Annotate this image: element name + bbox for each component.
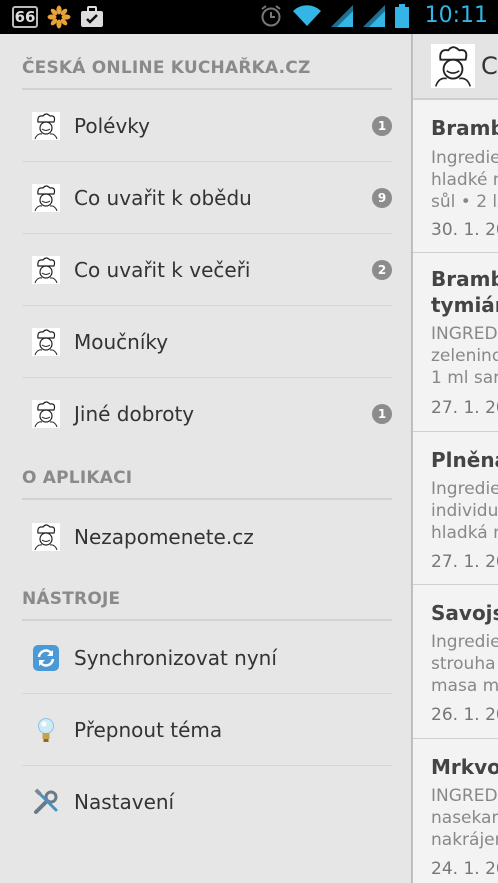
count-badge: 9: [372, 188, 392, 208]
drawer-item-polevky[interactable]: Polévky 1: [22, 90, 392, 162]
drawer-item-label: Co uvařit k večeři: [74, 258, 251, 282]
briefcase-check-icon: [81, 6, 103, 27]
chef-icon: [32, 523, 60, 551]
drawer-item-prepnout-tema[interactable]: Přepnout téma: [22, 694, 392, 766]
notification-66-icon: 66: [12, 6, 38, 28]
drawer-item-obed[interactable]: Co uvařit k obědu 9: [22, 162, 392, 234]
recipe-date: 30. 1. 20: [431, 220, 498, 240]
drawer-item-label: Nastavení: [74, 790, 175, 814]
count-badge: 2: [372, 260, 392, 280]
tools-icon: [32, 788, 60, 816]
recipe-text: INGRED: [431, 324, 498, 344]
recipe-text: Ingredie: [431, 148, 498, 168]
drawer-item-label: Jiné dobroty: [74, 402, 195, 426]
drawer-item-label: Nezapomenete.cz: [74, 525, 254, 549]
recipe-card[interactable]: Savojs Ingredie strouha masa m 26. 1. 20: [413, 585, 498, 739]
recipe-text: strouha: [431, 654, 496, 674]
recipe-date: 27. 1. 20: [431, 398, 498, 418]
recipe-card[interactable]: Plněná Ingredie individu hladká m 27. 1.…: [413, 432, 498, 585]
section-header-o-aplikaci: O APLIKACI: [22, 468, 392, 500]
drawer-item-vecere[interactable]: Co uvařit k večeři 2: [22, 234, 392, 306]
recipe-card[interactable]: Brambo Ingredie hladké m sůl • 2 lž 30. …: [413, 100, 498, 253]
action-bar[interactable]: C: [413, 34, 498, 100]
recipe-title: Plněná: [431, 448, 498, 472]
recipe-text: sůl • 2 lž: [431, 192, 498, 212]
drawer-item-moucniky[interactable]: Moučníky: [22, 306, 392, 378]
clock: 10:11: [424, 3, 488, 28]
status-bar: 66 10:11: [0, 0, 498, 34]
chef-icon: [32, 328, 60, 356]
recipe-text: Ingredie: [431, 479, 498, 499]
drawer-item-nezapomenete[interactable]: Nezapomenete.cz: [22, 501, 392, 573]
recipe-text: nasekan: [431, 808, 498, 828]
flower-icon: [47, 5, 71, 29]
drawer-item-label: Moučníky: [74, 330, 169, 354]
recipe-date: 27. 1. 20: [431, 552, 498, 572]
chef-icon: [32, 112, 60, 140]
recipe-text: hladké m: [431, 170, 498, 190]
alarm-icon: [260, 4, 281, 26]
drawer-item-label: Co uvařit k obědu: [74, 186, 252, 210]
wifi-icon: [292, 4, 321, 26]
chef-icon: [32, 184, 60, 212]
drawer-item-synchronizovat[interactable]: Synchronizovat nyní: [22, 622, 392, 694]
chef-logo-icon[interactable]: [431, 44, 475, 88]
recipe-title: Savojs: [431, 601, 498, 625]
recipe-date: 24. 1. 20: [431, 859, 498, 879]
recipe-date: 26. 1. 20: [431, 705, 498, 725]
section-header-nastroje: NÁSTROJE: [22, 589, 392, 621]
recipe-text: masa m: [431, 676, 498, 696]
recipe-text: INGRED: [431, 786, 498, 806]
lightbulb-icon: [32, 716, 60, 744]
section-header-kucharka: ČESKÁ ONLINE KUCHAŘKA.CZ: [22, 58, 392, 90]
recipe-title: tymián: [431, 293, 498, 317]
signal-icon: [330, 4, 353, 27]
recipe-card[interactable]: Mrkvov INGRED nasekan nakrájen 24. 1. 20: [413, 739, 498, 883]
drawer-item-label: Polévky: [74, 114, 150, 138]
recipe-text: individu: [431, 501, 498, 521]
main-content: C Brambo Ingredie hladké m sůl • 2 lž 30…: [413, 34, 498, 883]
recipe-text: nakrájen: [431, 830, 498, 850]
signal-icon-2: [362, 4, 385, 27]
drawer-item-label: Přepnout téma: [74, 718, 223, 742]
drawer-item-jine-dobroty[interactable]: Jiné dobroty 1: [22, 378, 392, 450]
action-bar-title: C: [481, 52, 498, 80]
drawer-item-nastaveni[interactable]: Nastavení: [22, 766, 392, 838]
drawer-item-label: Synchronizovat nyní: [74, 646, 277, 670]
count-badge: 1: [372, 116, 392, 136]
recipe-text: hladká m: [431, 523, 498, 543]
recipe-card[interactable]: Brambo tymián INGRED zelenino 1 ml sar 2…: [413, 253, 498, 432]
chef-icon: [32, 400, 60, 428]
chef-icon: [32, 256, 60, 284]
recipe-title: Brambo: [431, 267, 498, 291]
battery-icon: [394, 3, 409, 28]
sync-icon: [32, 644, 60, 672]
navigation-drawer: ČESKÁ ONLINE KUCHAŘKA.CZ Polévky 1 Co uv…: [0, 34, 413, 883]
recipe-text: 1 ml sar: [431, 368, 498, 388]
count-badge: 1: [372, 404, 392, 424]
recipe-text: Ingredie: [431, 632, 498, 652]
recipe-text: zelenino: [431, 346, 498, 366]
recipe-title: Brambo: [431, 116, 498, 140]
recipe-title: Mrkvov: [431, 755, 498, 779]
